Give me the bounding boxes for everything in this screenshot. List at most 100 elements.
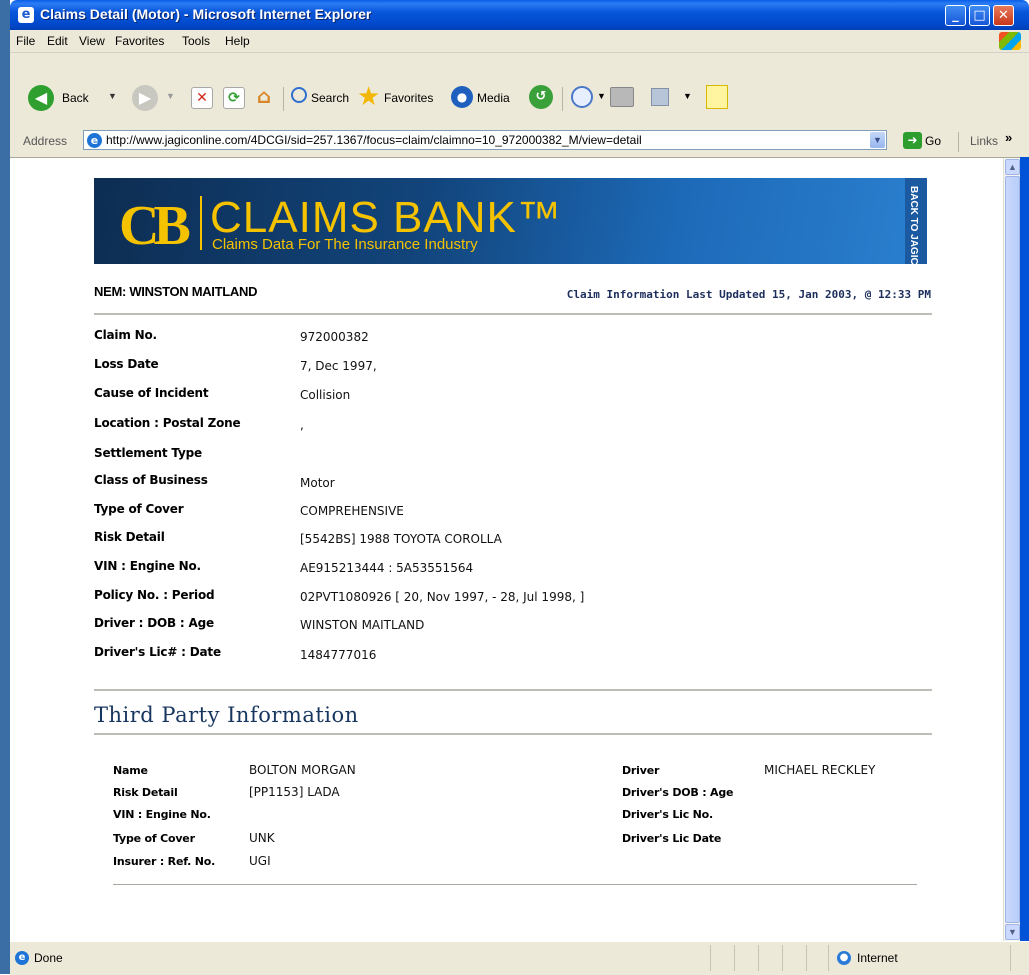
page-status-icon: e <box>15 951 29 965</box>
third-party-heading: Third Party Information <box>94 703 359 727</box>
status-divider <box>734 945 735 971</box>
scrollbar-thumb[interactable] <box>1005 176 1020 923</box>
go-arrow-icon[interactable]: ➜ <box>903 132 922 149</box>
home-icon[interactable]: ⌂ <box>252 85 276 107</box>
cb-logo: CB <box>119 195 191 257</box>
toolbar-separator <box>562 87 563 111</box>
back-to-jagic-link[interactable]: BACK TO JAGIC <box>905 178 927 264</box>
address-separator <box>958 132 959 152</box>
menu-edit[interactable]: Edit <box>47 34 68 48</box>
forward-dropdown-icon[interactable]: ▼ <box>166 91 175 101</box>
messenger-note-icon[interactable] <box>706 85 728 109</box>
claim-value: Collision <box>300 388 351 402</box>
menu-file[interactable]: File <box>16 34 35 48</box>
menu-tools[interactable]: Tools <box>182 34 210 48</box>
status-divider <box>710 945 711 971</box>
status-divider <box>806 945 807 971</box>
claim-label: Driver's Lic# : Date <box>94 645 221 659</box>
history-icon[interactable]: ↺ <box>529 85 553 109</box>
search-button-label[interactable]: Search <box>311 91 349 105</box>
tp-label: Driver <box>622 764 660 777</box>
claim-value: , <box>300 418 304 432</box>
mail-dropdown-icon[interactable]: ▼ <box>597 91 606 101</box>
vertical-scrollbar[interactable]: ▲ ▼ <box>1003 158 1021 941</box>
claim-label: Claim No. <box>94 328 157 342</box>
address-input[interactable]: e http://www.jagiconline.com/4DCGI/sid=2… <box>83 130 887 150</box>
claims-bank-banner: CB CLAIMS BANK™ Claims Data For The Insu… <box>94 178 927 264</box>
section-divider <box>94 689 932 691</box>
links-label[interactable]: Links <box>970 134 998 148</box>
claim-value: [5542BS] 1988 TOYOTA COROLLA <box>300 532 502 546</box>
menu-favorites[interactable]: Favorites <box>115 34 164 48</box>
search-icon[interactable] <box>291 87 307 103</box>
window-title: Claims Detail (Motor) - Microsoft Intern… <box>40 6 372 22</box>
zone-label: Internet <box>857 951 898 965</box>
print-icon[interactable] <box>610 87 634 107</box>
back-arrow-icon[interactable]: ◀ <box>28 85 54 111</box>
go-button-label[interactable]: Go <box>925 134 941 148</box>
refresh-icon[interactable]: ⟳ <box>223 87 245 109</box>
brand-name: CLAIMS BANK™ <box>210 193 562 242</box>
brand-tagline: Claims Data For The Insurance Industry <box>212 236 478 253</box>
address-url[interactable]: http://www.jagiconline.com/4DCGI/sid=257… <box>106 133 642 147</box>
status-divider <box>782 945 783 971</box>
claim-value: AE915213444 : 5A53551564 <box>300 561 474 575</box>
back-to-jagic-label[interactable]: BACK TO JAGIC <box>908 186 919 264</box>
claim-value: 02PVT1080926 [ 20, Nov 1997, - 28, Jul 1… <box>300 590 585 604</box>
mail-icon[interactable] <box>571 86 593 108</box>
claim-value: COMPREHENSIVE <box>300 504 404 518</box>
edit-icon[interactable] <box>651 88 669 106</box>
claim-value: 972000382 <box>300 330 369 344</box>
maximize-button[interactable]: □ <box>969 5 990 26</box>
insured-name: NEM: WINSTON MAITLAND <box>94 284 258 299</box>
tp-label: Name <box>113 764 148 777</box>
third-party-bottom-rule <box>113 884 917 885</box>
address-dropdown-icon[interactable]: ▼ <box>870 132 885 148</box>
minimize-button[interactable]: _ <box>945 5 966 26</box>
title-bar[interactable]: e Claims Detail (Motor) - Microsoft Inte… <box>10 0 1029 30</box>
tp-label: Driver's Lic Date <box>622 832 722 845</box>
close-button[interactable]: ✕ <box>993 5 1014 26</box>
tp-label: Type of Cover <box>113 832 195 845</box>
menu-bar: File Edit View Favorites Tools Help <box>10 30 1029 53</box>
logo-divider <box>200 196 202 250</box>
tp-value: [PP1153] LADA <box>249 785 340 799</box>
claim-value: 7, Dec 1997, <box>300 359 377 373</box>
tp-label: Driver's Lic No. <box>622 808 713 821</box>
media-button-label[interactable]: Media <box>477 91 510 105</box>
claim-label: VIN : Engine No. <box>94 559 201 573</box>
status-divider <box>1010 945 1011 971</box>
menu-view[interactable]: View <box>79 34 105 48</box>
status-divider <box>758 945 759 971</box>
toolbar: ◀ Back ▼ ▶ ▼ ✕ ⟳ ⌂ Search ★ Favorites ● … <box>10 53 1029 128</box>
back-button-label[interactable]: Back <box>62 91 89 105</box>
claim-label: Driver : DOB : Age <box>94 616 214 630</box>
menu-help[interactable]: Help <box>225 34 250 48</box>
scroll-up-icon[interactable]: ▲ <box>1005 159 1020 175</box>
status-divider <box>828 945 829 971</box>
windows-logo-icon <box>999 32 1021 50</box>
favorites-button-label[interactable]: Favorites <box>384 91 433 105</box>
claim-value: WINSTON MAITLAND <box>300 618 425 632</box>
favorites-star-icon[interactable]: ★ <box>357 83 380 109</box>
edit-dropdown-icon[interactable]: ▼ <box>683 91 692 101</box>
toolbar-separator <box>283 87 284 111</box>
links-chevron-icon[interactable]: » <box>1005 130 1012 145</box>
ie-icon: e <box>18 7 34 23</box>
tp-label: Driver's DOB : Age <box>622 786 734 799</box>
last-updated: Claim Information Last Updated 15, Jan 2… <box>566 288 931 301</box>
address-bar: Address e http://www.jagiconline.com/4DC… <box>10 127 1029 158</box>
claim-label: Class of Business <box>94 473 208 487</box>
scroll-down-icon[interactable]: ▼ <box>1005 924 1020 940</box>
claim-label: Policy No. : Period <box>94 588 215 602</box>
claim-label: Cause of Incident <box>94 386 209 400</box>
back-dropdown-icon[interactable]: ▼ <box>108 91 117 101</box>
stop-icon[interactable]: ✕ <box>191 87 213 109</box>
address-label: Address <box>23 134 68 148</box>
section-divider <box>94 733 932 735</box>
status-bar: e Done ● Internet <box>10 941 1029 975</box>
forward-arrow-icon[interactable]: ▶ <box>132 85 158 111</box>
claim-label: Type of Cover <box>94 502 184 516</box>
media-icon[interactable]: ● <box>451 86 473 108</box>
window-border <box>1020 157 1029 941</box>
